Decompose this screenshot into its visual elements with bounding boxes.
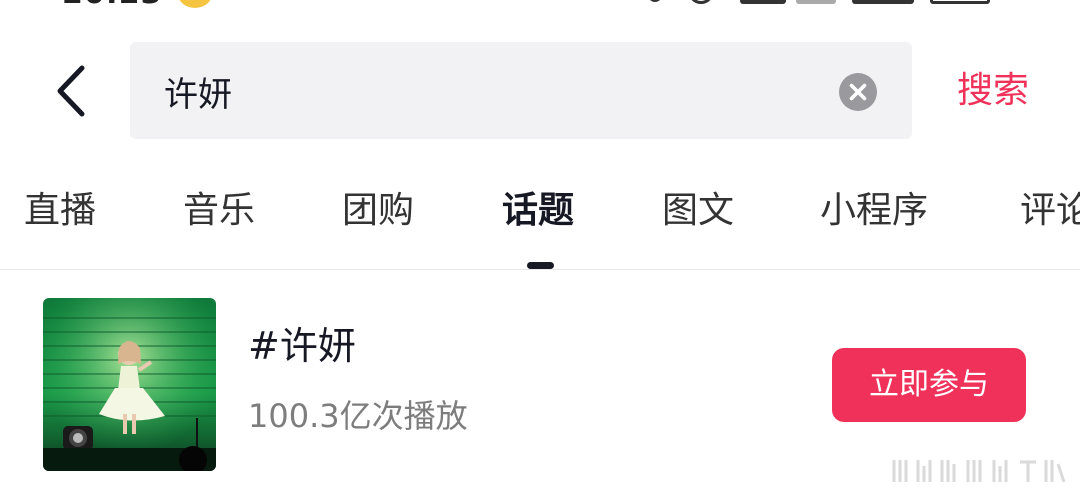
chevron-left-icon xyxy=(57,65,85,117)
signal-icon xyxy=(852,0,914,4)
tab-group-buy[interactable]: 团购 xyxy=(342,188,414,234)
search-button[interactable]: 搜索 xyxy=(957,67,1029,115)
emoji-status-icon xyxy=(178,0,212,8)
clear-circle-icon xyxy=(839,73,877,111)
search-results-page: 20:23 搜索 直播 音乐 团购 xyxy=(0,0,1080,502)
clear-search-button[interactable] xyxy=(839,73,877,111)
tab-image-text[interactable]: 图文 xyxy=(662,188,734,234)
status-time: 20:23 xyxy=(62,0,163,10)
topic-cover-image xyxy=(43,298,216,471)
tab-mini-programs[interactable]: 小程序 xyxy=(820,188,928,234)
tabs-divider xyxy=(0,269,1080,270)
join-topic-button[interactable]: 立即参与 xyxy=(832,348,1026,422)
tab-topics[interactable]: 话题 xyxy=(502,188,574,234)
status-icons xyxy=(640,0,1060,6)
back-button[interactable] xyxy=(46,62,98,120)
hd-icon xyxy=(740,0,786,4)
location-icon xyxy=(648,0,662,2)
category-tabs: 直播 音乐 团购 话题 图文 小程序 评论 xyxy=(0,180,1080,270)
topic-play-count: 100.3亿次播放 xyxy=(248,397,468,435)
search-input[interactable] xyxy=(164,68,804,114)
status-bar: 20:23 xyxy=(0,0,1080,10)
topic-title[interactable]: #许妍 xyxy=(248,322,356,370)
headset-icon xyxy=(688,0,714,4)
tab-music[interactable]: 音乐 xyxy=(183,188,255,234)
active-tab-indicator xyxy=(527,262,554,269)
watermark-graphic xyxy=(892,460,1066,483)
tab-comments[interactable]: 评论 xyxy=(1020,188,1080,234)
search-box[interactable] xyxy=(130,42,912,139)
network-speed-icon xyxy=(796,0,836,4)
battery-icon xyxy=(930,0,990,4)
topic-thumbnail[interactable] xyxy=(43,298,216,471)
tab-live[interactable]: 直播 xyxy=(24,188,96,234)
